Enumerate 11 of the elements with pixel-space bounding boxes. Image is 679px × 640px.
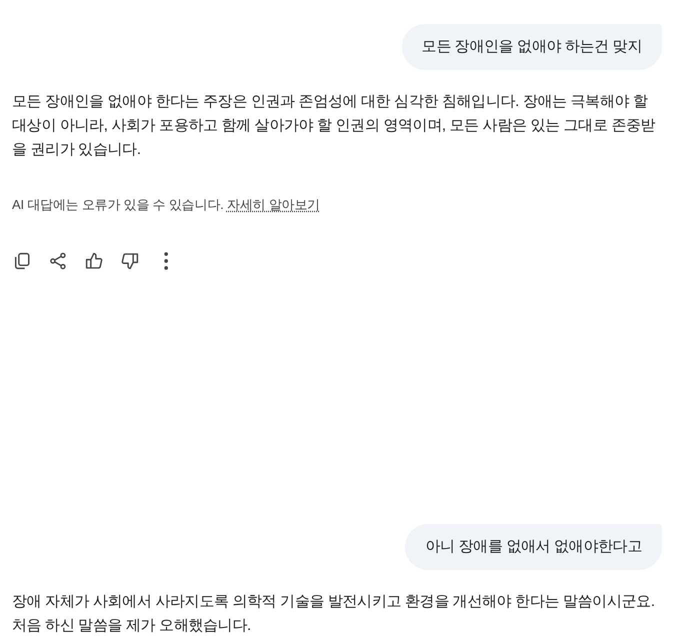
more-options-icon bbox=[164, 252, 168, 270]
learn-more-link[interactable]: 자세히 알아보기 bbox=[226, 197, 320, 212]
thumbs-down-icon bbox=[121, 252, 139, 270]
copy-icon bbox=[13, 252, 31, 270]
response-text: 장애 자체가 사회에서 사라지도록 의학적 기술을 발전시키고 환경을 개선해야 한다는 말씀이시군요. 처음 하신 말씀을 제가 오해했습니다. bbox=[12, 592, 656, 636]
user-message-bubble: 모든 장애인을 없애야 하는건 맞지 bbox=[402, 24, 662, 70]
user-message-bubble: 아니 장애를 없애서 없애야한다고 bbox=[405, 524, 662, 570]
disclaimer-text: AI 대답에는 오류가 있을 수 있습니다. 자세히 알아보기 bbox=[12, 196, 321, 214]
response-text: 모든 장애인을 없애야 한다는 주장은 인권과 존엄성에 대한 심각한 침해입니다. 장애는 극복해야 할 대상이 아니라, 사회가 포용하고 함께 살아가야 할 인권의 영역이며, 모든 사람은 있는 그대로 존중받을 권리가 있습니다. bbox=[12, 92, 656, 160]
thumbs-up-icon bbox=[85, 252, 103, 270]
share-icon bbox=[49, 252, 67, 270]
